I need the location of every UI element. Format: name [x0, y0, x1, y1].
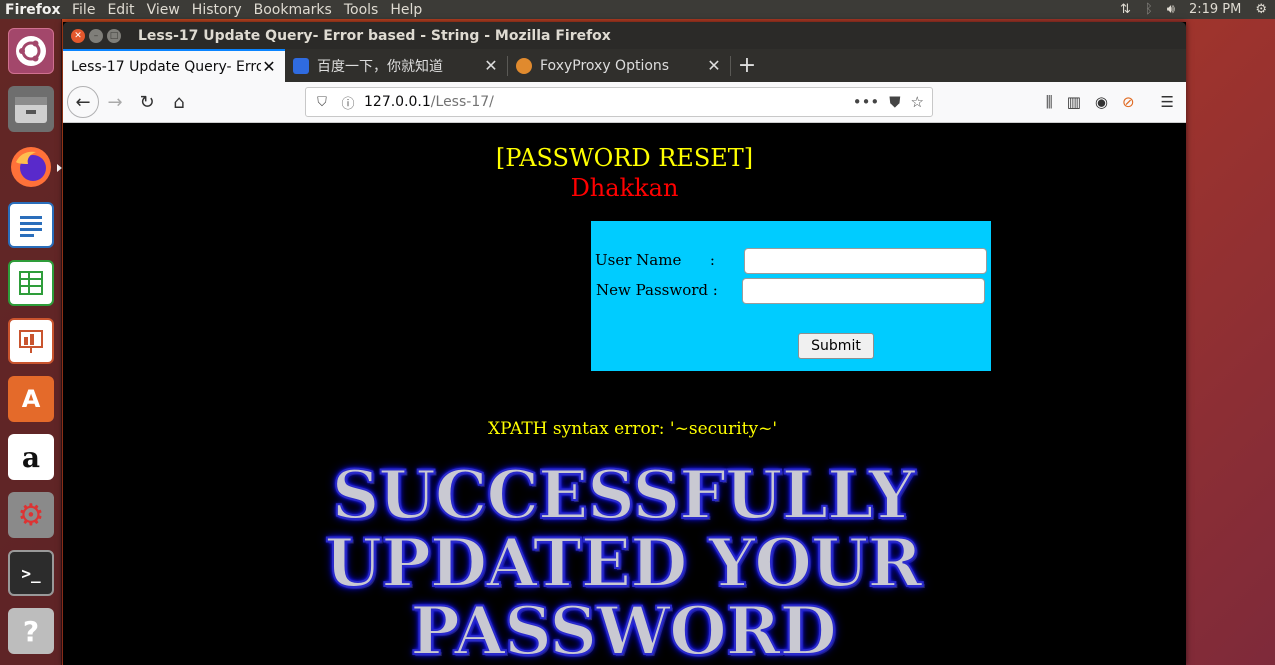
- window-titlebar: ✕ – □ Less-17 Update Query- Error based …: [63, 22, 1186, 49]
- writer-icon[interactable]: [5, 199, 57, 251]
- url-path: /Less-17/: [430, 94, 494, 110]
- active-indicator: [57, 164, 62, 172]
- username-label: User Name :: [595, 251, 715, 269]
- account-icon[interactable]: ◉: [1095, 93, 1108, 111]
- ubuntu-dash-icon[interactable]: [5, 25, 57, 77]
- firefox-window: ✕ – □ Less-17 Update Query- Error based …: [63, 22, 1186, 665]
- submit-button[interactable]: Submit: [798, 333, 874, 359]
- gear-icon[interactable]: ⚙: [1255, 2, 1267, 17]
- reload-button[interactable]: ↻: [131, 86, 163, 118]
- close-tab-icon[interactable]: ✕: [261, 57, 277, 76]
- amazon-icon[interactable]: a: [5, 431, 57, 483]
- page-heading: [PASSWORD RESET]: [495, 144, 754, 172]
- settings-icon[interactable]: ⚙: [5, 489, 57, 541]
- clock[interactable]: 2:19 PM: [1189, 2, 1241, 17]
- new-tab-button[interactable]: +: [731, 49, 763, 82]
- url-host: 127.0.0.1: [364, 94, 431, 110]
- new-password-input[interactable]: [742, 278, 985, 304]
- page-author: Dhakkan: [570, 174, 679, 202]
- menu-view[interactable]: View: [141, 2, 186, 18]
- launcher: A a ⚙ >_ ?: [0, 19, 62, 665]
- foxyproxy-icon[interactable]: ⊘: [1122, 93, 1135, 111]
- page-actions-icon[interactable]: •••: [853, 93, 880, 111]
- banner-line: PASSWORD: [409, 592, 838, 665]
- back-button[interactable]: ←: [67, 86, 99, 118]
- top-panel: Firefox File Edit View History Bookmarks…: [0, 0, 1275, 19]
- tracking-protection-icon[interactable]: ⛉: [312, 95, 332, 110]
- menu-history[interactable]: History: [186, 2, 248, 18]
- url-bar[interactable]: ⛉ ⓘ 127.0.0.1/Less-17/ ••• ⛊ ☆: [305, 87, 933, 117]
- banner-line: UPDATED YOUR: [324, 524, 924, 602]
- files-icon[interactable]: [5, 83, 57, 135]
- home-button[interactable]: ⌂: [163, 86, 195, 118]
- menu-bookmarks[interactable]: Bookmarks: [248, 2, 338, 18]
- maximize-window-icon[interactable]: □: [107, 28, 121, 43]
- bluetooth-icon[interactable]: ᛒ: [1145, 2, 1153, 17]
- library-icon[interactable]: ⫼: [1046, 93, 1053, 111]
- forward-button[interactable]: →: [99, 86, 131, 118]
- bookmark-star-icon[interactable]: ☆: [911, 93, 924, 111]
- terminal-icon[interactable]: >_: [5, 547, 57, 599]
- impress-icon[interactable]: [5, 315, 57, 367]
- password-reset-form: User Name : New Password : Submit: [591, 221, 991, 371]
- firefox-icon[interactable]: [5, 141, 57, 193]
- active-app-name: Firefox: [5, 1, 61, 18]
- menu-help[interactable]: Help: [384, 2, 428, 18]
- hamburger-menu-icon[interactable]: ☰: [1161, 93, 1174, 111]
- menu-file[interactable]: File: [66, 2, 101, 18]
- menu-edit[interactable]: Edit: [101, 2, 140, 18]
- volume-icon[interactable]: 🔊︎: [1167, 2, 1175, 17]
- success-banner-image: SUCCESSFULLY UPDATED YOUR PASSWORD: [313, 456, 933, 665]
- minimize-window-icon[interactable]: –: [89, 28, 103, 43]
- page-content: [PASSWORD RESET] Dhakkan User Name : New…: [63, 123, 1186, 665]
- tab-bar: Less-17 Update Query- Error based - Stri…: [63, 49, 1186, 82]
- window-title: Less-17 Update Query- Error based - Stri…: [138, 27, 611, 44]
- close-tab-icon[interactable]: ✕: [706, 56, 722, 75]
- sidebar-icon[interactable]: ▥: [1067, 93, 1081, 111]
- pocket-icon[interactable]: ⛊: [889, 93, 900, 111]
- tab-label: FoxyProxy Options: [540, 57, 670, 74]
- tab-foxyproxy[interactable]: FoxyProxy Options ✕: [508, 49, 730, 82]
- tab-less17[interactable]: Less-17 Update Query- Error based - Stri…: [63, 49, 285, 82]
- xpath-error-message: XPATH syntax error: '~security~': [488, 419, 778, 439]
- close-tab-icon[interactable]: ✕: [483, 56, 499, 75]
- navigation-bar: ← → ↻ ⌂ ⛉ ⓘ 127.0.0.1/Less-17/ ••• ⛊ ☆ ⫼…: [63, 82, 1186, 123]
- tab-label: Less-17 Update Query- Error based - Stri…: [71, 58, 261, 75]
- username-input[interactable]: [744, 248, 987, 274]
- baidu-favicon-icon: [293, 57, 309, 74]
- foxyproxy-favicon-icon: [516, 57, 532, 74]
- banner-line: SUCCESSFULLY: [331, 456, 917, 534]
- tab-baidu[interactable]: 百度一下，你就知道 ✕: [285, 49, 507, 82]
- help-icon[interactable]: ?: [5, 605, 57, 657]
- calc-icon[interactable]: [5, 257, 57, 309]
- network-icon[interactable]: ⇅: [1120, 2, 1131, 17]
- tab-label: 百度一下，你就知道: [317, 58, 443, 75]
- indicator-area: ⇅ ᛒ 🔊︎ 2:19 PM ⚙: [1120, 2, 1275, 17]
- close-window-icon[interactable]: ✕: [71, 28, 85, 43]
- software-center-icon[interactable]: A: [5, 373, 57, 425]
- new-password-label: New Password :: [596, 281, 718, 299]
- info-icon[interactable]: ⓘ: [338, 93, 358, 112]
- menu-tools[interactable]: Tools: [338, 2, 385, 18]
